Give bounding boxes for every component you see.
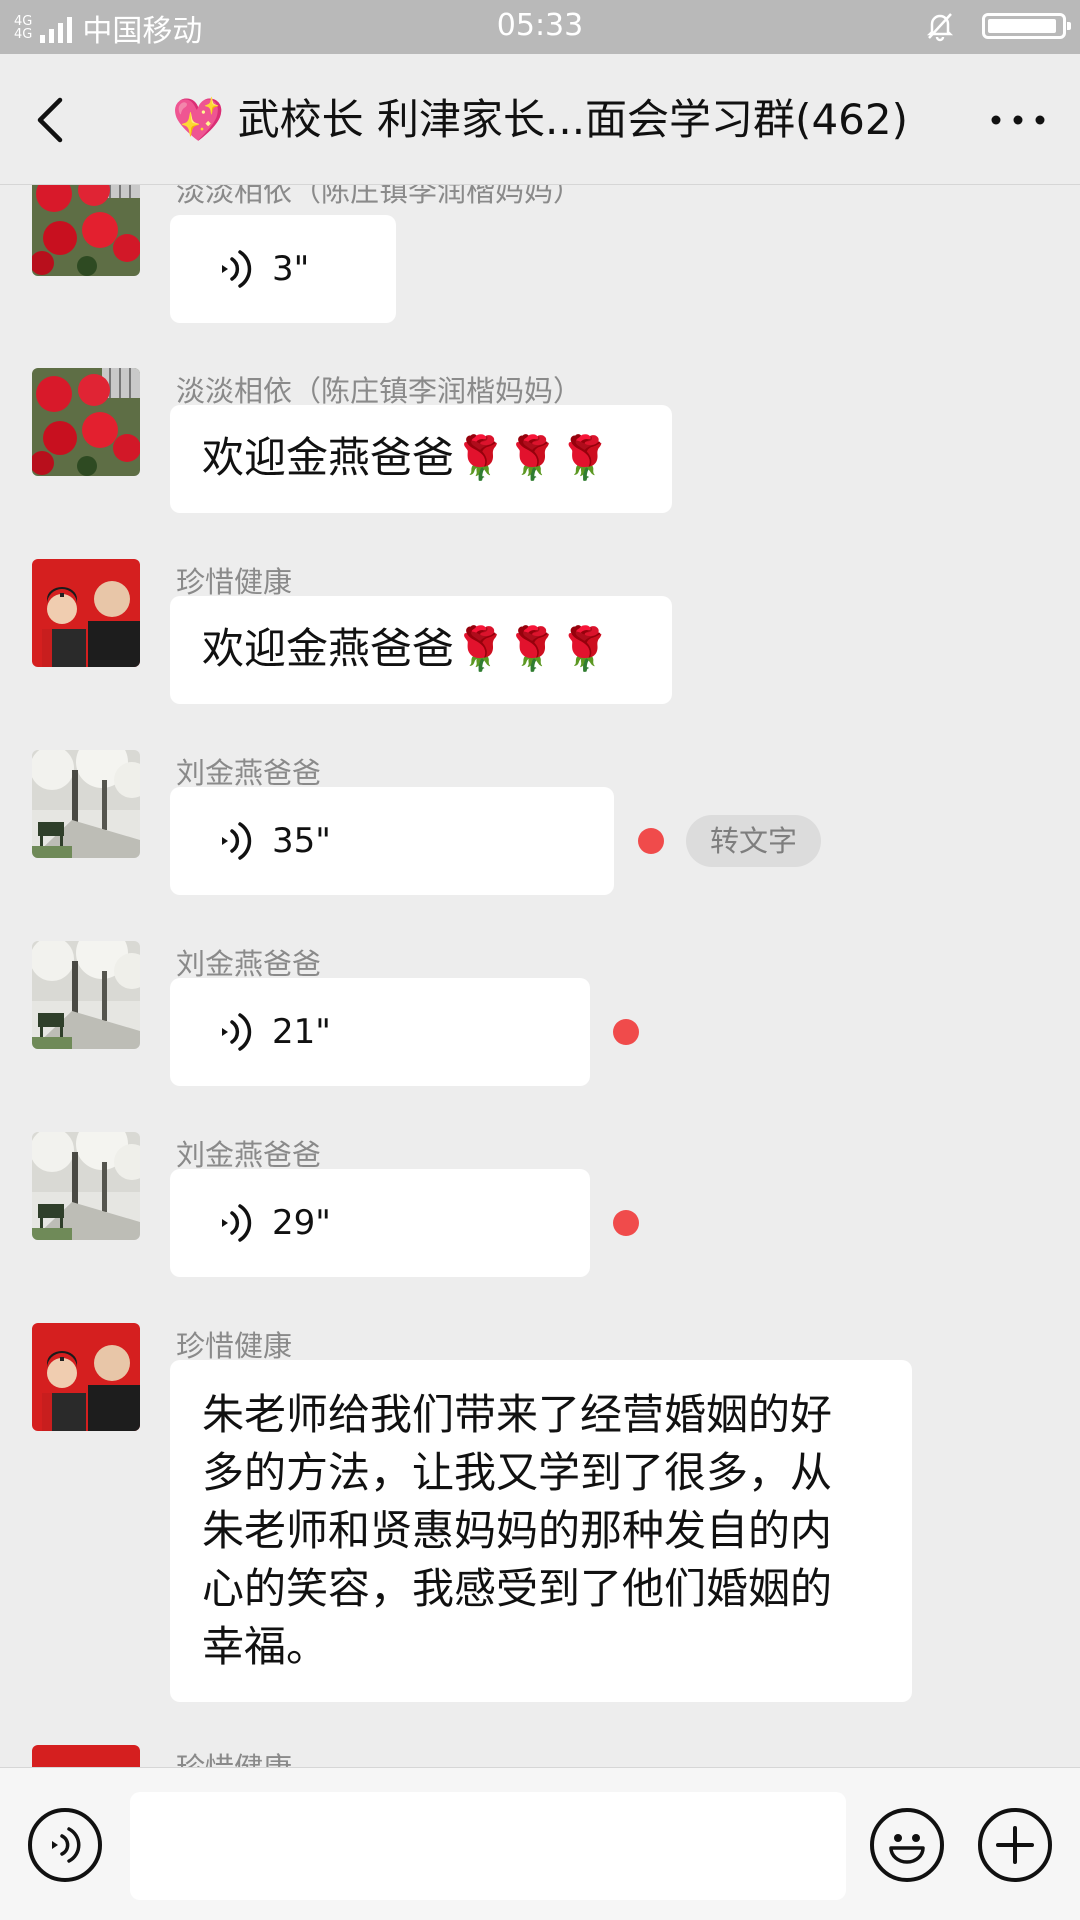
input-bar [0,1767,1080,1920]
back-button[interactable] [26,92,82,148]
message-text: 欢迎金燕爸爸🌹🌹🌹 [202,624,611,673]
text-message-bubble[interactable]: 朱老师给我们带来了经营婚姻的好 多的方法，让我又学到了很多，从 朱老师和贤惠妈妈… [170,1360,912,1702]
voice-message-bubble[interactable]: 35" [170,787,614,895]
voice-message-bubble[interactable]: 29" [170,1169,590,1277]
message-list[interactable]: 淡淡相依（陈庄镇李润楷妈妈） 3" 淡淡相依（陈庄镇李润楷妈妈） 欢迎金燕爸爸🌹… [0,185,1080,1767]
voice-duration: 35" [272,821,331,861]
plus-icon [996,1826,1034,1864]
avatar[interactable] [32,559,140,667]
smiley-icon [889,1834,925,1864]
sender-name: 淡淡相依（陈庄镇李润楷妈妈） [176,374,583,408]
convert-to-text-button[interactable]: 转文字 [686,815,822,867]
unread-dot [638,828,664,854]
message-text-line: 朱老师给我们带来了经营婚姻的好 [202,1390,833,1439]
text-message-bubble[interactable]: 欢迎金燕爸爸🌹🌹🌹 [170,596,672,704]
message-text-line: 幸福。 [202,1622,329,1671]
sender-name: 淡淡相依（陈庄镇李润楷妈妈） [176,185,583,208]
voice-duration: 21" [272,1012,331,1052]
voice-waves-icon [218,1010,254,1054]
message-input[interactable] [130,1792,846,1900]
group-name: 武校长 利津家长...面会学习群(462) [237,95,908,144]
sender-name: 刘金燕爸爸 [176,947,322,981]
voice-duration: 29" [272,1203,331,1243]
unread-dot [613,1019,639,1045]
text-message-bubble[interactable]: 欢迎金燕爸爸🌹🌹🌹 [170,405,672,513]
status-right [924,10,1071,42]
battery-icon [982,13,1071,39]
avatar[interactable] [32,750,140,858]
message-text-line: 多的方法，让我又学到了很多，从 [202,1448,833,1497]
sender-name: 刘金燕爸爸 [176,1138,322,1172]
avatar[interactable] [32,1745,140,1767]
clock: 05:33 [496,8,584,43]
heart-emoji-icon: 💖 [172,95,225,144]
message-text-line: 心的笑容，我感受到了他们婚姻的 [202,1564,833,1613]
status-bar: 4G 4G 中国移动 05:33 [0,0,1080,54]
avatar[interactable] [32,1323,140,1431]
voice-waves-icon [218,247,254,291]
emoji-button[interactable] [870,1808,944,1882]
voice-message-bubble[interactable]: 21" [170,978,590,1086]
voice-input-button[interactable] [28,1808,102,1882]
sender-name: 珍惜健康 [176,1745,292,1767]
voice-duration: 3" [272,249,310,289]
sender-name: 珍惜健康 [176,1329,293,1363]
voice-message-bubble[interactable]: 3" [170,215,396,323]
sender-name: 刘金燕爸爸 [176,756,322,790]
notification-muted-icon [926,13,954,42]
voice-waves-icon [218,1201,254,1245]
avatar[interactable] [32,185,140,276]
sender-name: 珍惜健康 [176,565,293,599]
avatar[interactable] [32,368,140,476]
more-options-button[interactable] [986,102,1050,138]
unread-dot [613,1210,639,1236]
voice-icon [52,1827,81,1863]
message-text-line: 朱老师和贤惠妈妈的那种发自的内 [202,1506,833,1555]
avatar[interactable] [32,941,140,1049]
avatar[interactable] [32,1132,140,1240]
chat-title: 💖 武校长 利津家长...面会学习群(462) [150,88,930,152]
message-text: 欢迎金燕爸爸🌹🌹🌹 [202,433,611,482]
voice-waves-icon [218,819,254,863]
more-functions-button[interactable] [978,1808,1052,1882]
battery-fill [988,19,1057,33]
chat-header: 💖 武校长 利津家长...面会学习群(462) [0,54,1080,185]
